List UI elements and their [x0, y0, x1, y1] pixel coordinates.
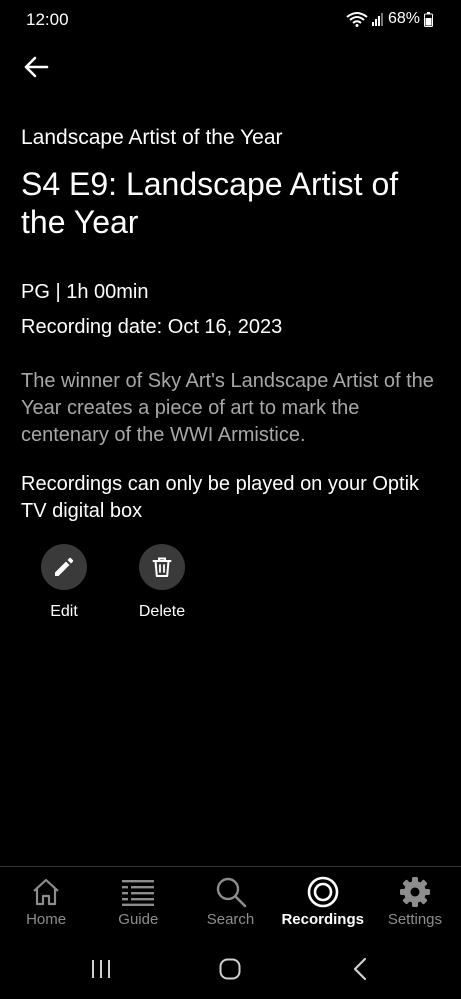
delete-label: Delete	[138, 603, 186, 620]
nav-label-guide: Guide	[118, 911, 159, 928]
bottom-nav: Home Guide Search Recordings Settings	[0, 867, 461, 933]
rating-duration: PG | 1h 00min	[21, 281, 149, 303]
edit-icon-circle	[41, 544, 87, 590]
program-description: The winner of Sky Art's Landscape Artist…	[21, 370, 434, 446]
nav-item-search[interactable]: Search	[184, 867, 276, 933]
recent-apps-icon	[92, 960, 110, 978]
home-system-button[interactable]	[210, 954, 250, 984]
nav-item-recordings[interactable]: Recordings	[277, 867, 369, 933]
status-time: 12:00	[26, 10, 69, 29]
guide-icon	[121, 876, 155, 908]
delete-icon-circle	[139, 544, 185, 590]
system-nav-bar	[0, 940, 461, 999]
nav-label-home: Home	[26, 911, 67, 928]
delete-button[interactable]: Delete	[117, 544, 207, 621]
episode-title: S4 E9: Landscape Artist of the Year	[21, 166, 399, 240]
system-back-button[interactable]	[340, 954, 380, 984]
recording-date: Recording date: Oct 16, 2023	[21, 316, 283, 338]
status-icons: 68%	[346, 10, 433, 28]
chevron-left-icon	[353, 957, 367, 981]
show-name: Landscape Artist of the Year	[21, 126, 283, 149]
arrow-left-icon	[24, 56, 49, 78]
nav-item-home[interactable]: Home	[0, 867, 92, 933]
wifi-icon	[346, 12, 368, 27]
pencil-icon	[55, 557, 74, 576]
playback-notice: Recordings can only be played on your Op…	[21, 473, 420, 522]
edit-label: Edit	[50, 603, 78, 620]
recordings-icon	[306, 876, 340, 908]
back-button[interactable]	[18, 50, 54, 84]
recent-apps-button[interactable]	[81, 954, 121, 984]
gear-icon	[398, 876, 432, 908]
nav-item-guide[interactable]: Guide	[92, 867, 184, 933]
status-bar: 12:00 68%	[0, 0, 461, 40]
edit-button[interactable]: Edit	[19, 544, 109, 621]
signal-icon	[371, 12, 383, 26]
trash-icon	[152, 557, 172, 577]
nav-label-search: Search	[206, 911, 255, 928]
nav-label-settings: Settings	[387, 911, 443, 928]
recording-details-screen: 12:00 68% Landscape Artist of the Year S…	[0, 0, 461, 999]
home-circle-icon	[219, 958, 241, 980]
nav-item-settings[interactable]: Settings	[369, 867, 461, 933]
battery-percentage: 68%	[387, 10, 420, 27]
search-icon	[214, 876, 248, 908]
nav-label-recordings: Recordings	[281, 911, 364, 928]
home-icon	[29, 876, 63, 908]
battery-icon	[424, 11, 433, 27]
